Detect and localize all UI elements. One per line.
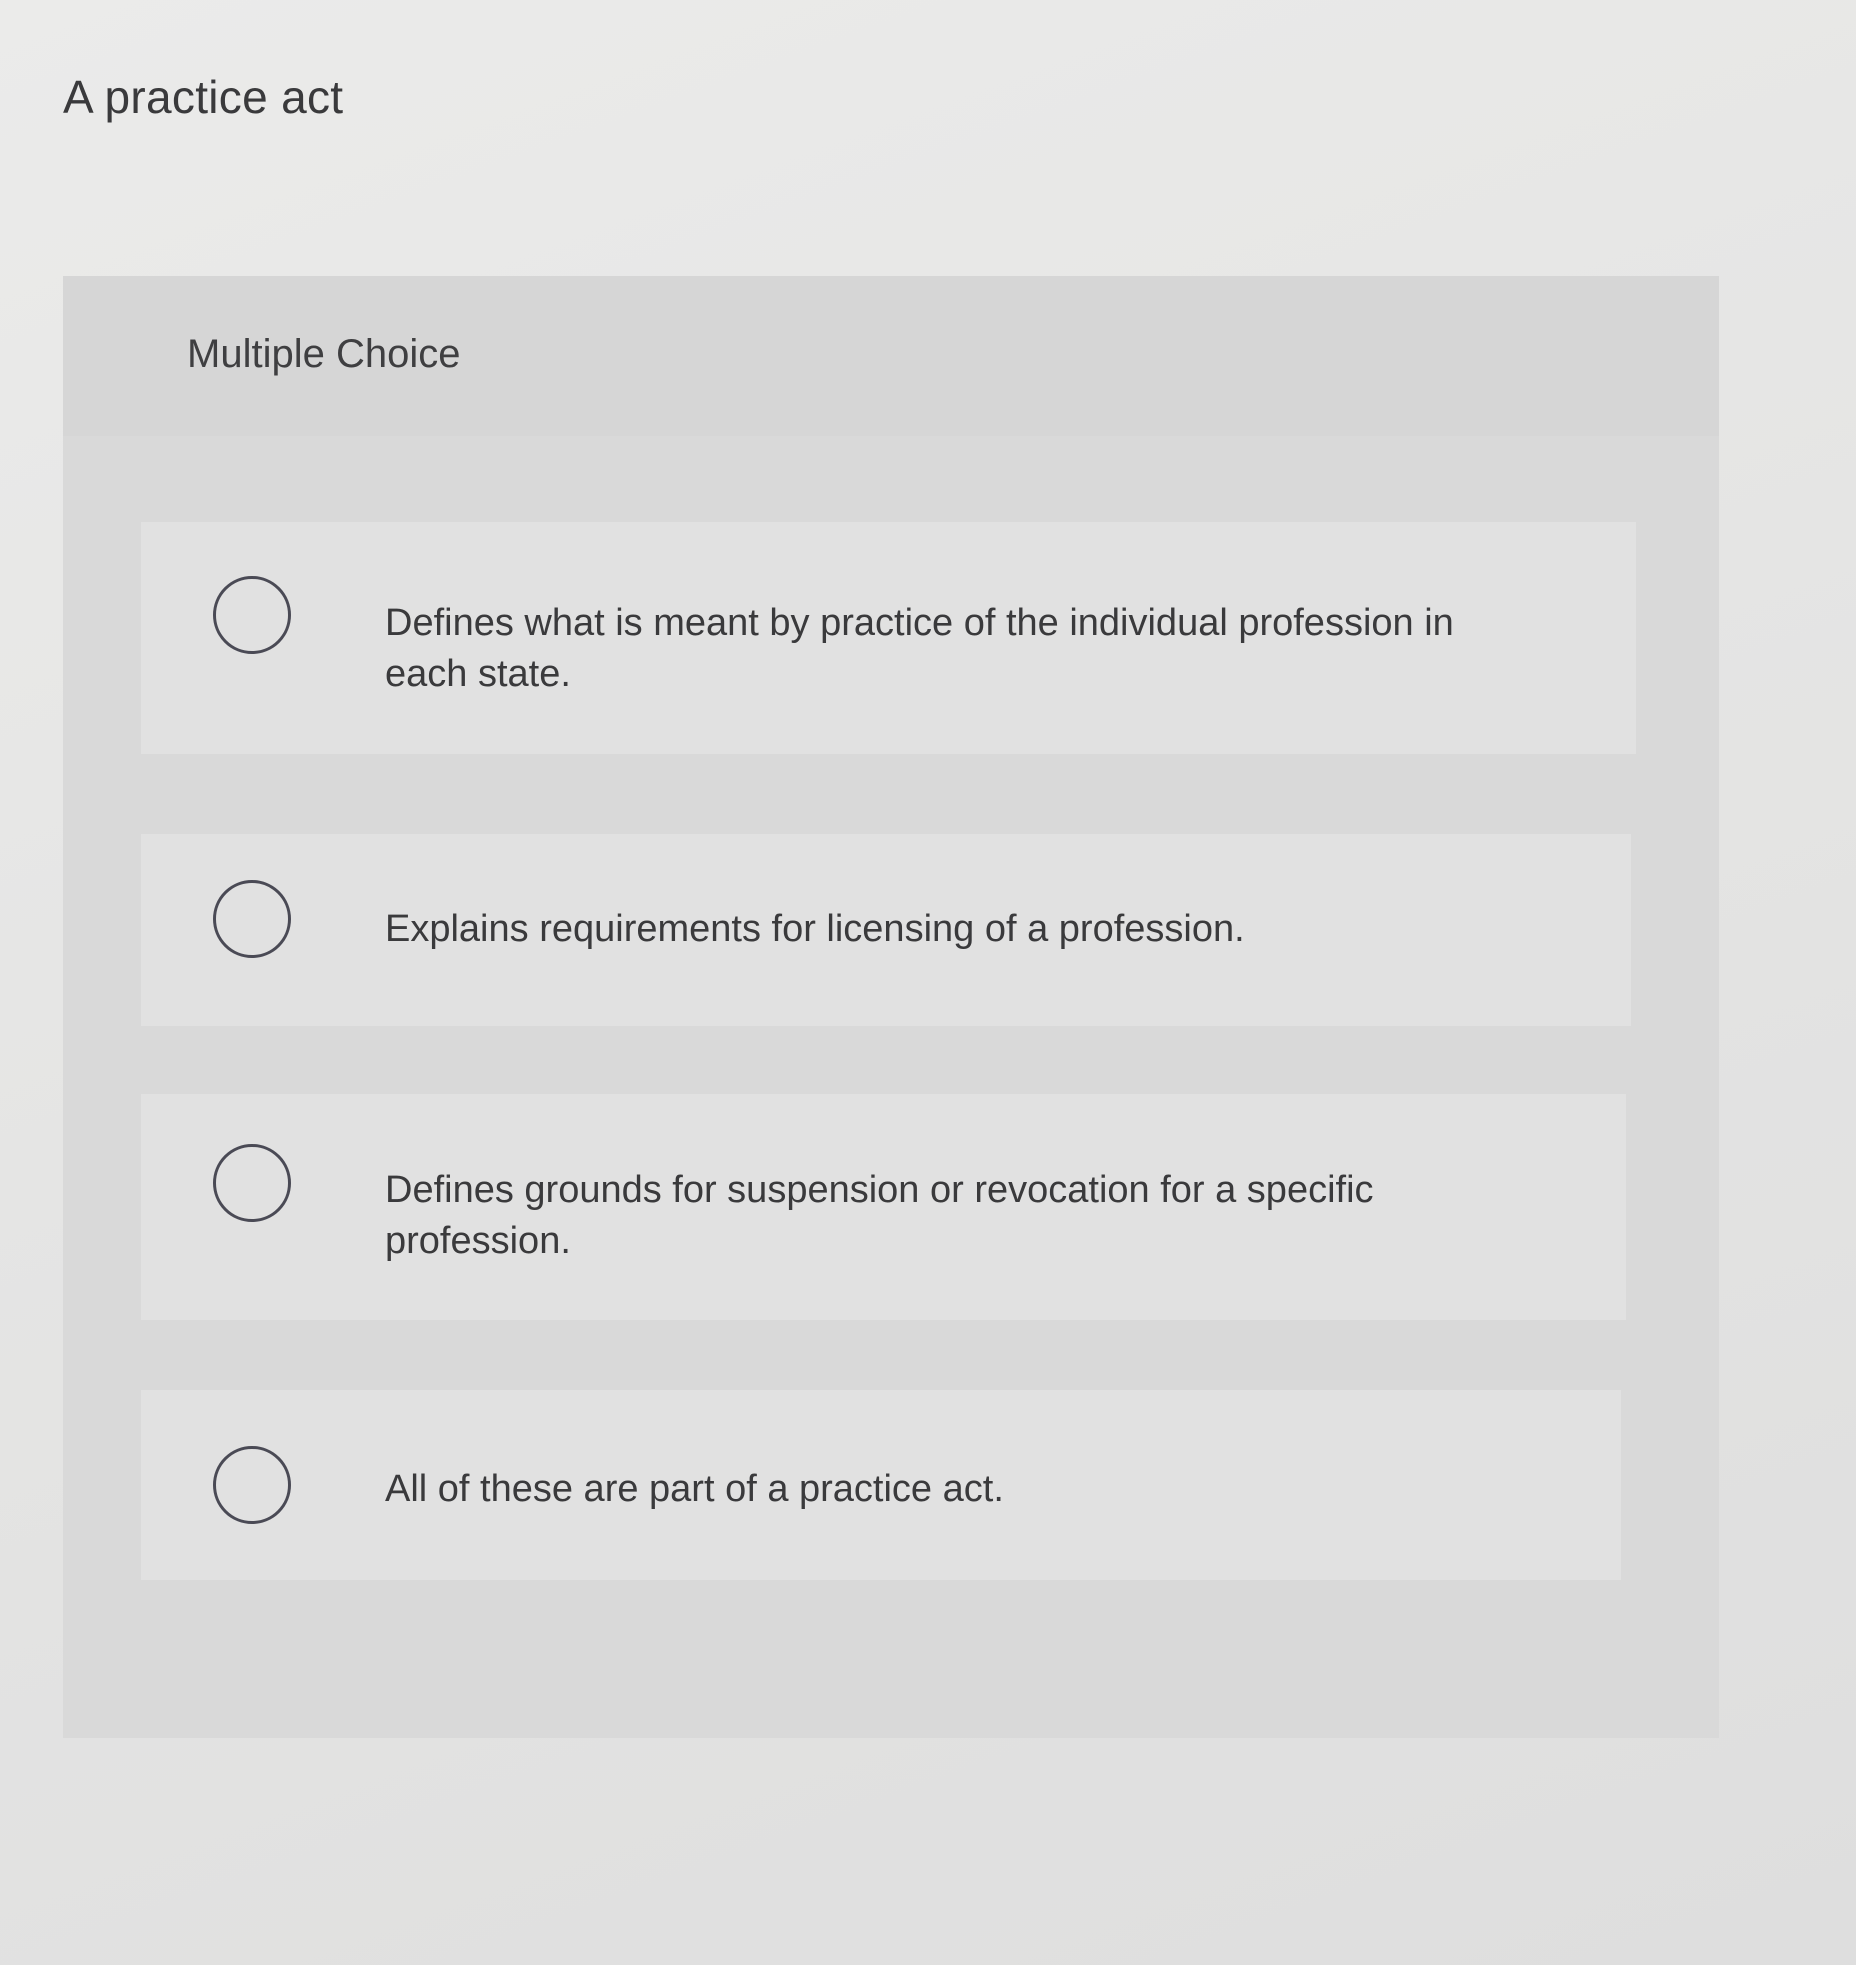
option-text: Defines grounds for suspension or revoca… — [385, 1169, 1374, 1262]
question-type-label: Multiple Choice — [187, 332, 461, 376]
question-title: A practice act — [63, 71, 344, 123]
option-text: Defines what is meant by practice of the… — [385, 602, 1454, 695]
panel-header: Multiple Choice — [63, 276, 1719, 436]
radio-button-icon[interactable] — [213, 1446, 291, 1524]
answer-option-1[interactable]: Defines what is meant by practice of the… — [141, 522, 1636, 754]
answer-option-2[interactable]: Explains requirements for licensing of a… — [141, 834, 1631, 1026]
radio-button-icon[interactable] — [213, 1144, 291, 1222]
radio-button-icon[interactable] — [213, 880, 291, 958]
radio-button-icon[interactable] — [213, 576, 291, 654]
option-text: Explains requirements for licensing of a… — [385, 908, 1245, 950]
option-text: All of these are part of a practice act. — [385, 1468, 1004, 1510]
answer-option-3[interactable]: Defines grounds for suspension or revoca… — [141, 1094, 1626, 1320]
answer-option-4[interactable]: All of these are part of a practice act. — [141, 1390, 1621, 1580]
